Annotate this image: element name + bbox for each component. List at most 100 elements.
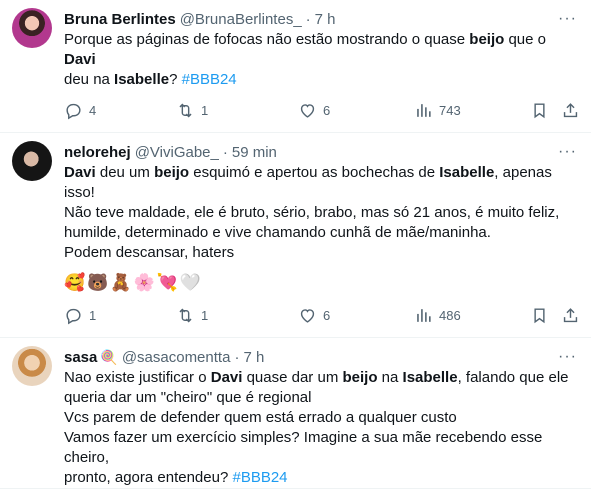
tweet[interactable]: ··· sasa 🍭 @sasacomentta · 7 h Nao existe just… (0, 338, 591, 489)
action-bar: 4 1 6 743 (64, 90, 579, 132)
tweet-text-line: Vamos fazer um exercício simples? Imagin… (64, 428, 579, 468)
more-options-icon[interactable]: ··· (558, 143, 577, 161)
text-segment: que o (504, 31, 547, 48)
tweet-text-line: Podem descansar, haters (64, 243, 579, 263)
views-count: 743 (439, 103, 461, 118)
share-button[interactable] (561, 306, 580, 325)
text-segment: ? (169, 71, 182, 88)
text-segment: na (377, 369, 403, 386)
user-handle[interactable]: @ViviGabe_ (135, 144, 219, 161)
bookmark-icon (530, 306, 549, 325)
display-name[interactable]: Bruna Berlintes (64, 11, 176, 28)
replies-count: 4 (89, 103, 97, 118)
tweet-text: Porque as páginas de fofocas não estão m… (64, 30, 579, 90)
text-segment: Isabelle (114, 71, 170, 88)
text-segment: Davi (210, 369, 243, 386)
separator-dot: · (234, 348, 240, 366)
emoji-row: 🥰🐻🧸🌸💘🤍 (64, 273, 204, 292)
replies-count: 1 (89, 308, 97, 323)
tweet-text-line: Nao existe justificar o Davi quase dar u… (64, 368, 579, 388)
more-options-icon[interactable]: ··· (558, 10, 577, 28)
avatar[interactable] (12, 346, 52, 386)
separator-dot: · (222, 143, 228, 161)
tweet-text-line: deu na Isabelle? #BBB24 (64, 70, 579, 90)
text-segment: Podem descansar, haters (64, 244, 235, 261)
tweet-header: Bruna Berlintes @BrunaBerlintes_ · 7 h (64, 8, 579, 30)
bookmark-button[interactable] (530, 101, 549, 120)
retweets-count: 1 (201, 103, 209, 118)
tweet-text-line: Vcs parem de defender quem está errado a… (64, 408, 579, 428)
tweet-text-line: queria dar um "cheiro" que é regional (64, 388, 579, 408)
tweet-text-line: humilde, determinado e vive chamando cun… (64, 223, 579, 243)
text-segment: beijo (342, 369, 378, 386)
text-segment: Davi (64, 51, 96, 68)
retweet-icon (176, 306, 195, 325)
share-icon (561, 306, 580, 325)
retweets-count: 1 (201, 308, 209, 323)
retweet-button[interactable]: 1 (176, 306, 208, 325)
text-segment: Porque as páginas de fofocas não estão m… (64, 31, 470, 48)
text-segment: pronto, agora entendeu? (64, 469, 233, 486)
text-segment: Nao existe justificar o (64, 369, 211, 386)
user-handle[interactable]: @sasacomentta (122, 349, 231, 366)
reply-button[interactable]: 4 (64, 101, 96, 120)
user-handle[interactable]: @BrunaBerlintes_ (180, 11, 302, 28)
like-button[interactable]: 6 (298, 101, 330, 120)
tweet-text-line: Porque as páginas de fofocas não estão m… (64, 30, 579, 70)
text-segment: beijo (154, 164, 190, 181)
like-icon (298, 101, 317, 120)
tweet-header: nelorehej @ViviGabe_ · 59 min (64, 141, 579, 163)
tweet-time[interactable]: 59 min (232, 144, 277, 161)
avatar[interactable] (12, 141, 52, 181)
views-button[interactable]: 486 (414, 306, 461, 325)
bookmark-button[interactable] (530, 306, 549, 325)
text-segment: beijo (469, 31, 505, 48)
tweet-feed: ··· Bruna Berlintes @BrunaBerlintes_ · 7 h Po… (0, 0, 591, 489)
tweet-text-line: pronto, agora entendeu? #BBB24 (64, 468, 579, 488)
retweet-icon (176, 101, 195, 120)
text-segment: Não teve maldade, ele é bruto, sério, br… (64, 204, 560, 221)
text-segment: deu na (64, 71, 115, 88)
like-button[interactable]: 6 (298, 306, 330, 325)
views-count: 486 (439, 308, 461, 323)
text-segment: , falando que ele (457, 369, 569, 386)
hashtag-link[interactable]: #BBB24 (232, 469, 287, 486)
text-segment: Davi (64, 164, 96, 181)
avatar[interactable] (12, 8, 52, 48)
tweet-text: Nao existe justificar o Davi quase dar u… (64, 368, 579, 488)
name-emoji: 🍭 (100, 348, 118, 365)
reply-icon (64, 306, 83, 325)
tweet-text: Davi deu um beijo esquimó e apertou as b… (64, 163, 579, 263)
text-segment: deu um (95, 164, 155, 181)
tweet-time[interactable]: 7 h (243, 349, 264, 366)
separator-dot: · (305, 10, 311, 28)
text-segment: humilde, determinado e vive chamando cun… (64, 224, 491, 241)
likes-count: 6 (323, 308, 331, 323)
text-segment: Isabelle (402, 369, 458, 386)
like-icon (298, 306, 317, 325)
hashtag-link[interactable]: #BBB24 (182, 71, 237, 88)
reply-button[interactable]: 1 (64, 306, 96, 325)
tweet[interactable]: ··· Bruna Berlintes @BrunaBerlintes_ · 7 h Po… (0, 0, 591, 133)
views-icon (414, 306, 433, 325)
display-name[interactable]: sasa (64, 349, 97, 366)
tweet-header: sasa 🍭 @sasacomentta · 7 h (64, 346, 579, 368)
bookmark-icon (530, 101, 549, 120)
tweet[interactable]: ··· nelorehej @ViviGabe_ · 59 min Davi deu um… (0, 133, 591, 338)
retweet-button[interactable]: 1 (176, 101, 208, 120)
reply-icon (64, 101, 83, 120)
more-options-icon[interactable]: ··· (558, 348, 577, 366)
share-button[interactable] (561, 101, 580, 120)
views-button[interactable]: 743 (414, 101, 461, 120)
likes-count: 6 (323, 103, 331, 118)
text-segment: Vcs parem de defender quem está errado a… (64, 409, 457, 426)
display-name[interactable]: nelorehej (64, 144, 131, 161)
text-segment: queria dar um "cheiro" que é regional (64, 389, 312, 406)
text-segment: Isabelle (439, 164, 495, 181)
action-bar: 1 1 6 486 (64, 295, 579, 337)
tweet-time[interactable]: 7 h (315, 11, 336, 28)
text-segment: esquimó e apertou as bochechas de (189, 164, 440, 181)
tweet-text-line: Davi deu um beijo esquimó e apertou as b… (64, 163, 579, 203)
share-icon (561, 101, 580, 120)
text-segment: quase dar um (242, 369, 343, 386)
